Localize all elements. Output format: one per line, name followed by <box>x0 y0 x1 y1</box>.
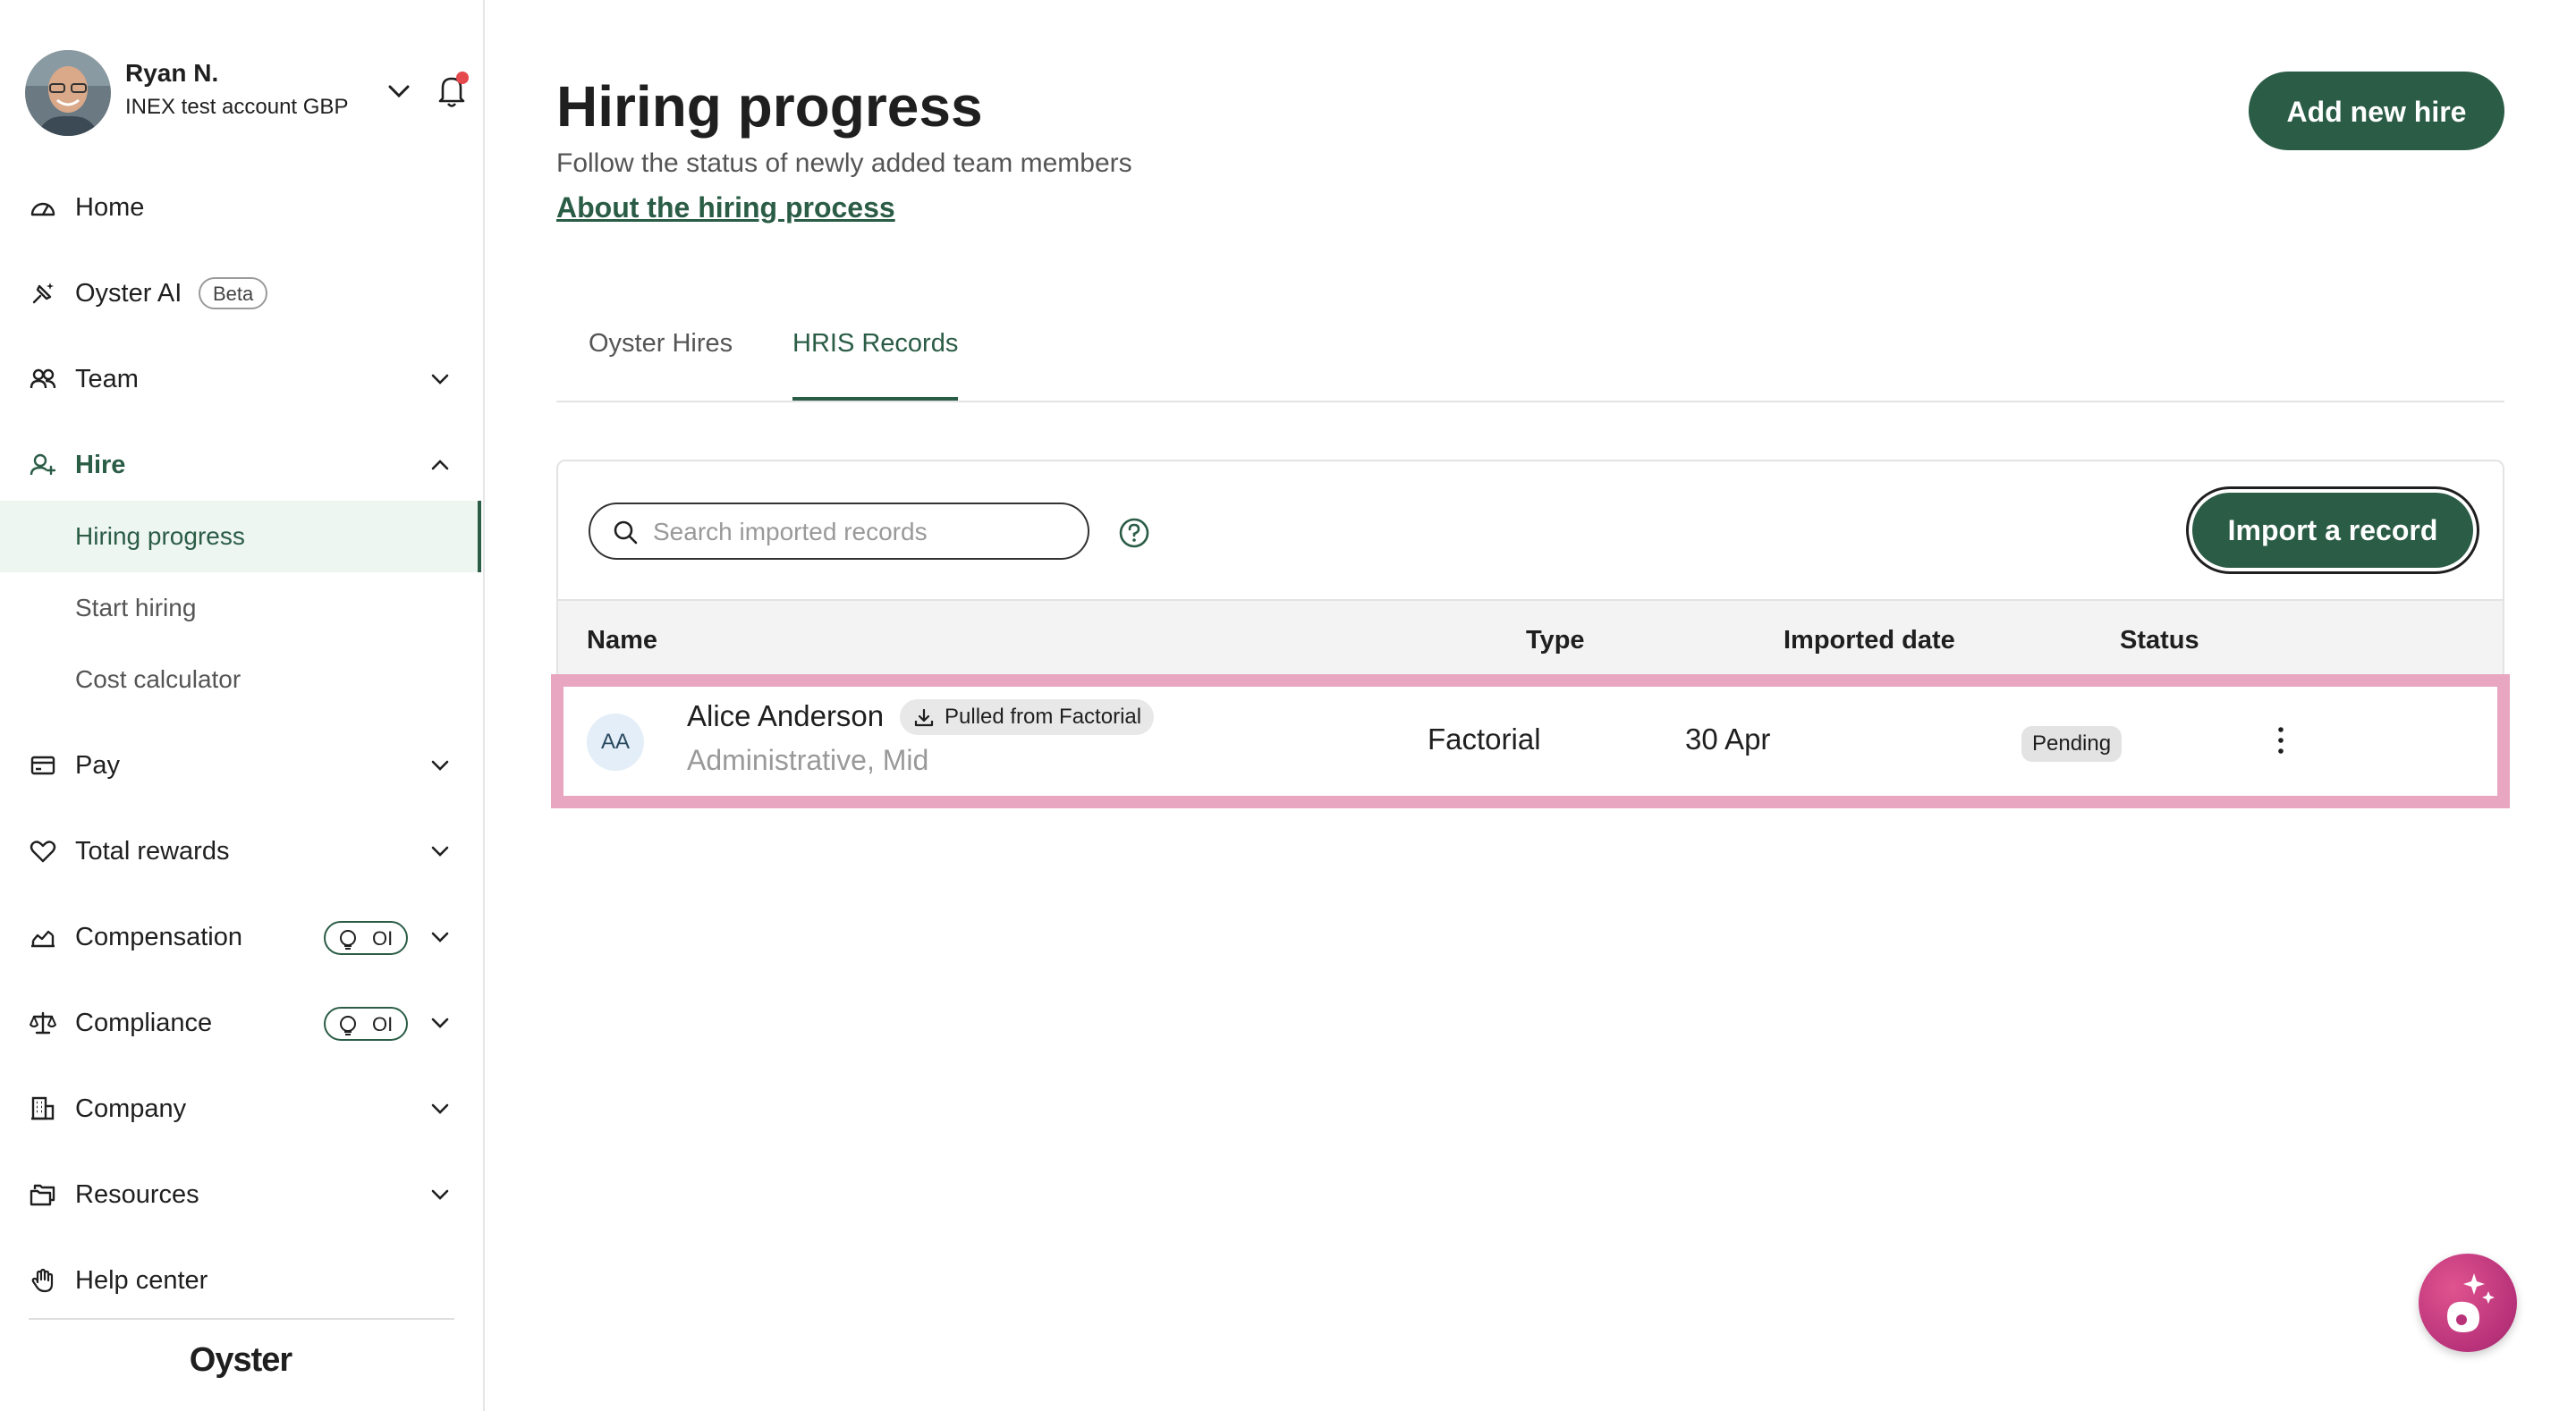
hand-icon <box>29 1266 57 1295</box>
ai-assistant-button[interactable] <box>2419 1254 2517 1352</box>
record-imported-date: 30 Apr <box>1685 722 1771 756</box>
chart-hand-icon <box>29 923 57 951</box>
about-hiring-process-link[interactable]: About the hiring process <box>556 191 895 224</box>
sidebar-item-help-center[interactable]: Help center <box>0 1245 481 1316</box>
sidebar-subitem-label: Start hiring <box>75 594 197 621</box>
oi-badge-label: OI <box>372 927 394 950</box>
sidebar-item-total-rewards[interactable]: Total rewards <box>0 815 481 887</box>
import-record-button-label: Import a record <box>2192 493 2473 568</box>
chevron-down-icon <box>424 749 456 782</box>
sidebar-item-label: Compensation <box>75 923 242 951</box>
chevron-down-icon <box>424 1179 456 1211</box>
source-badge: Pulled from Factorial <box>900 699 1155 735</box>
chevron-down-icon <box>424 921 456 953</box>
sidebar-item-compliance[interactable]: Compliance OI <box>0 987 481 1059</box>
sidebar-item-oyster-ai[interactable]: Oyster AI Beta <box>0 258 481 329</box>
oyster-logo: Oyster <box>189 1341 292 1379</box>
user-plus-icon <box>29 451 57 479</box>
people-icon <box>29 365 57 393</box>
more-options-icon[interactable] <box>2263 721 2299 760</box>
sidebar-subitem-cost-calculator[interactable]: Cost calculator <box>0 644 481 715</box>
column-header-type: Type <box>1526 626 1585 655</box>
tab-oyster-hires[interactable]: Oyster Hires <box>589 322 733 401</box>
source-badge-label: Pulled from Factorial <box>945 705 1142 729</box>
pin-sparkle-icon <box>29 279 57 308</box>
sidebar-item-label: Home <box>75 193 145 222</box>
sidebar-item-label: Team <box>75 365 139 393</box>
record-role: Administrative, Mid <box>687 744 929 776</box>
chevron-up-icon <box>424 449 456 481</box>
gauge-icon <box>29 193 57 222</box>
credit-card-icon <box>29 751 57 780</box>
sidebar-item-hire[interactable]: Hire <box>0 429 481 501</box>
column-header-name: Name <box>587 626 657 655</box>
help-circle-icon[interactable] <box>1118 517 1150 549</box>
sparkle-blob-icon <box>2447 1273 2495 1332</box>
sidebar-item-resources[interactable]: Resources <box>0 1159 481 1230</box>
sidebar-item-label: Hire <box>75 451 126 479</box>
profile-switcher[interactable]: Ryan N. INEX test account GBP <box>25 50 469 136</box>
chevron-down-icon[interactable] <box>381 73 417 109</box>
beta-badge: Beta <box>199 277 268 309</box>
sidebar-item-label: Oyster AI <box>75 279 182 308</box>
sidebar-item-label: Company <box>75 1094 187 1123</box>
status-badge: Pending <box>2021 726 2123 762</box>
table-header: Name Type Imported date Status <box>558 599 2503 678</box>
scales-icon <box>29 1009 57 1037</box>
sidebar-divider <box>29 1318 454 1320</box>
sidebar-subitem-label: Cost calculator <box>75 665 242 693</box>
sidebar-item-label: Total rewards <box>75 837 230 866</box>
sidebar-subitem-start-hiring[interactable]: Start hiring <box>0 572 481 644</box>
chevron-down-icon <box>424 835 456 867</box>
search-icon <box>614 520 638 545</box>
sidebar-item-team[interactable]: Team <box>0 343 481 415</box>
sidebar-item-company[interactable]: Company <box>0 1073 481 1145</box>
heart-icon <box>29 837 57 866</box>
column-header-status: Status <box>2120 626 2199 655</box>
record-type: Factorial <box>1428 722 1541 756</box>
sidebar-subitem-label: Hiring progress <box>75 522 245 550</box>
import-record-button[interactable]: Import a record <box>2186 486 2479 574</box>
download-icon <box>914 708 934 727</box>
add-new-hire-button[interactable]: Add new hire <box>2249 72 2504 150</box>
tab-hris-records[interactable]: HRIS Records <box>792 322 959 401</box>
building-icon <box>29 1094 57 1123</box>
page-title: Hiring progress <box>556 74 983 139</box>
sidebar-item-label: Compliance <box>75 1009 213 1037</box>
record-name: Alice Anderson <box>687 699 885 732</box>
oi-insight-badge: OI <box>324 1007 408 1041</box>
sidebar-item-pay[interactable]: Pay <box>0 730 481 801</box>
tab-bar: Oyster Hires HRIS Records <box>556 322 2504 402</box>
sidebar-item-home[interactable]: Home <box>0 172 481 243</box>
search-input[interactable] <box>651 513 1075 551</box>
avatar <box>25 50 111 136</box>
records-card: Import a record Name Type Imported date … <box>551 460 2510 808</box>
sidebar-item-label: Pay <box>75 751 120 780</box>
table-row[interactable]: AA Alice Anderson Pulled from Factorial … <box>551 674 2510 808</box>
sidebar-subitem-hiring-progress[interactable]: Hiring progress <box>0 501 481 572</box>
initials-avatar: AA <box>587 714 644 771</box>
sidebar-item-label: Help center <box>75 1266 208 1295</box>
user-name: Ryan N. <box>125 59 219 87</box>
page-subtitle: Follow the status of newly added team me… <box>556 148 1132 178</box>
column-header-imported-date: Imported date <box>1784 626 1955 655</box>
folders-icon <box>29 1180 57 1209</box>
lightbulb-icon <box>340 930 356 950</box>
chevron-down-icon <box>424 1093 456 1125</box>
app-window: Ryan N. INEX test account GBP Home Oyste… <box>0 0 2576 1411</box>
oi-badge-label: OI <box>372 1013 394 1035</box>
notifications-bell-icon[interactable] <box>429 68 474 113</box>
oi-insight-badge: OI <box>324 921 408 955</box>
chevron-down-icon <box>424 363 456 395</box>
sidebar-item-compensation[interactable]: Compensation OI <box>0 901 481 973</box>
chevron-down-icon <box>424 1007 456 1039</box>
lightbulb-icon <box>340 1016 356 1035</box>
search-field[interactable] <box>589 503 1089 560</box>
sidebar: Ryan N. INEX test account GBP Home Oyste… <box>0 0 485 1411</box>
sidebar-item-label: Resources <box>75 1180 199 1209</box>
account-name: INEX test account GBP <box>125 95 349 119</box>
